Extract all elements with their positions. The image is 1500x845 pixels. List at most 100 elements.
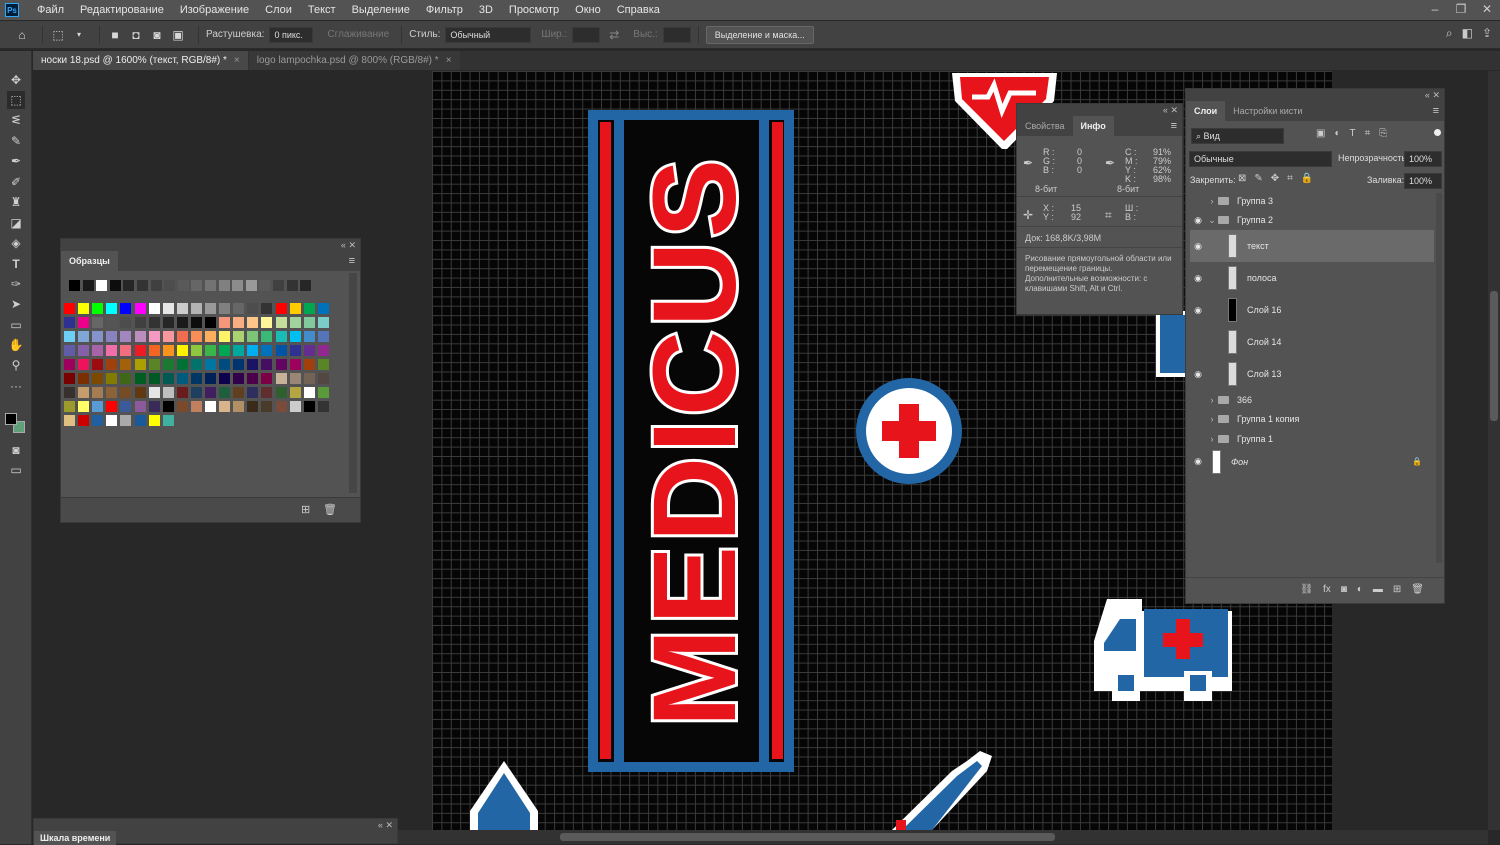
feather-input[interactable]: 0 пикс.: [269, 26, 314, 43]
quick-mask-icon[interactable]: ◙: [7, 441, 25, 459]
type-tool-icon[interactable]: T: [7, 255, 25, 273]
layers-scrollbar[interactable]: [1436, 193, 1442, 563]
swatch[interactable]: [134, 387, 146, 398]
swatch[interactable]: [134, 359, 146, 370]
swatch[interactable]: [205, 317, 216, 328]
screen-mode-icon[interactable]: ▭: [7, 461, 25, 479]
swatch[interactable]: [247, 317, 259, 328]
swatch[interactable]: [106, 303, 118, 314]
swatch[interactable]: [148, 401, 160, 412]
swatch[interactable]: [78, 415, 90, 426]
swatch[interactable]: [162, 359, 174, 370]
close-icon[interactable]: ✕: [385, 820, 393, 830]
swatch[interactable]: [176, 303, 188, 314]
swatch[interactable]: [106, 345, 118, 356]
swatch[interactable]: [148, 415, 160, 426]
layer-row[interactable]: ◉ текст: [1190, 230, 1434, 262]
swatches-scrollbar[interactable]: [349, 273, 357, 493]
swatch[interactable]: [162, 303, 174, 314]
layer-row[interactable]: ◉ Слой 13: [1190, 358, 1434, 390]
swatch[interactable]: [162, 387, 174, 398]
swatch[interactable]: [317, 387, 329, 398]
visibility-eye-icon[interactable]: ◉: [1190, 273, 1206, 284]
more-tools-icon[interactable]: ···: [7, 377, 25, 395]
swatch[interactable]: [218, 280, 230, 291]
swatch[interactable]: [190, 303, 202, 314]
menu-item[interactable]: Файл: [29, 0, 72, 20]
type-filter-icon[interactable]: T: [1350, 128, 1356, 139]
swatch[interactable]: [78, 373, 90, 384]
swatch[interactable]: [92, 373, 104, 384]
swatch[interactable]: [205, 401, 216, 412]
swatch[interactable]: [134, 303, 146, 314]
folder-icon[interactable]: ▬: [1373, 584, 1383, 603]
collapse-icon[interactable]: «: [1163, 105, 1168, 115]
lock-transparent-icon[interactable]: ⊠: [1238, 173, 1246, 184]
swatch[interactable]: [176, 387, 188, 398]
swatch[interactable]: [261, 401, 273, 412]
opacity-input[interactable]: 100%: [1404, 151, 1442, 167]
swatch[interactable]: [78, 401, 90, 412]
rectangle-shape-icon[interactable]: ▭: [7, 316, 25, 334]
swatch[interactable]: [205, 280, 216, 291]
subtract-selection-icon[interactable]: ◙: [149, 27, 165, 43]
swatch[interactable]: [289, 373, 301, 384]
swatch[interactable]: [233, 345, 245, 356]
menu-item[interactable]: Редактирование: [72, 0, 172, 20]
swatch[interactable]: [120, 359, 132, 370]
swatch[interactable]: [303, 317, 315, 328]
swatch[interactable]: [92, 345, 104, 356]
swatch[interactable]: [261, 303, 273, 314]
swatch[interactable]: [317, 359, 329, 370]
swatch[interactable]: [317, 345, 329, 356]
trash-icon[interactable]: 🗑: [1411, 584, 1424, 603]
swatch[interactable]: [303, 373, 315, 384]
eyedropper-icon[interactable]: ✒: [7, 152, 25, 170]
swatch[interactable]: [233, 331, 245, 342]
foreground-color-swatch[interactable]: [5, 413, 17, 425]
swatch[interactable]: [259, 280, 271, 291]
swatch[interactable]: [219, 387, 231, 398]
vertical-scrollbar[interactable]: [1488, 71, 1500, 830]
swatch[interactable]: [106, 401, 118, 412]
swatch[interactable]: [205, 345, 216, 356]
swatch[interactable]: [64, 331, 75, 342]
swatch[interactable]: [191, 280, 203, 291]
swatch[interactable]: [190, 359, 202, 370]
swatch[interactable]: [190, 401, 202, 412]
swatch[interactable]: [289, 359, 301, 370]
swatch[interactable]: [245, 280, 257, 291]
swatch[interactable]: [219, 373, 231, 384]
swatch[interactable]: [148, 359, 160, 370]
swatch[interactable]: [78, 345, 90, 356]
expand-chevron-icon[interactable]: ›: [1206, 395, 1218, 405]
swatch[interactable]: [303, 387, 315, 398]
swatch[interactable]: [106, 317, 118, 328]
swatch[interactable]: [162, 317, 174, 328]
visibility-eye-icon[interactable]: ◉: [1190, 456, 1206, 467]
swatch[interactable]: [162, 345, 174, 356]
swatch[interactable]: [92, 331, 104, 342]
swatch[interactable]: [162, 331, 174, 342]
home-icon[interactable]: ⌂: [14, 27, 30, 43]
close-icon[interactable]: ✕: [348, 240, 356, 250]
swatch[interactable]: [148, 345, 160, 356]
menu-item[interactable]: Окно: [567, 0, 609, 20]
swatch[interactable]: [92, 387, 104, 398]
tab-info[interactable]: Инфо: [1072, 116, 1114, 136]
swatch[interactable]: [219, 345, 231, 356]
swatch[interactable]: [120, 317, 132, 328]
swatch[interactable]: [275, 401, 287, 412]
swatch[interactable]: [205, 373, 216, 384]
swatch[interactable]: [120, 373, 132, 384]
tab-close-icon[interactable]: ×: [234, 55, 240, 66]
swatch[interactable]: [82, 280, 94, 291]
collapse-icon[interactable]: «: [378, 820, 383, 830]
swatch[interactable]: [176, 317, 188, 328]
hand-icon[interactable]: ✋: [7, 336, 25, 354]
swatch[interactable]: [162, 373, 174, 384]
chevron-down-icon[interactable]: ▾: [71, 27, 87, 43]
swatch[interactable]: [247, 303, 259, 314]
menu-item[interactable]: 3D: [471, 0, 501, 20]
swatch[interactable]: [232, 280, 244, 291]
